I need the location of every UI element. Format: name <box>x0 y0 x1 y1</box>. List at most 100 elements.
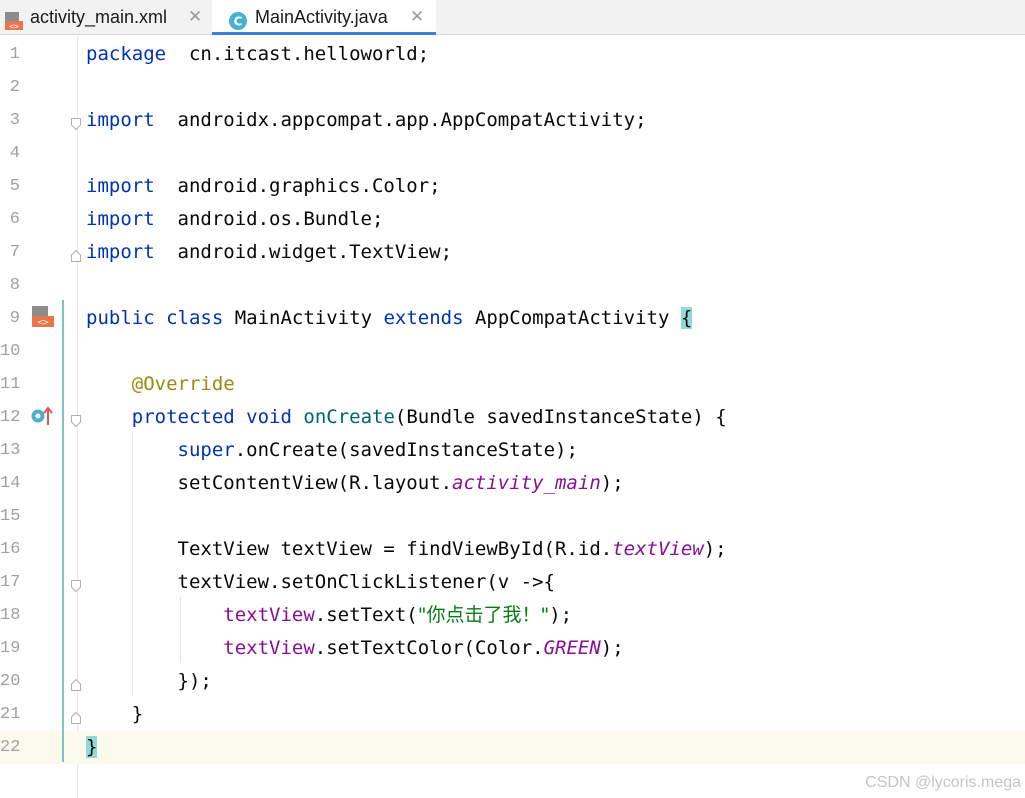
line-number: 9 <box>9 309 20 328</box>
code-line[interactable]: 19 textView.setTextColor(Color.GREEN); <box>0 632 1025 665</box>
code-line[interactable]: 22} <box>0 731 1025 764</box>
code-text: setContentView(R.layout.activity_main); <box>86 467 624 500</box>
line-number: 5 <box>9 177 20 196</box>
code-token: import <box>86 208 155 230</box>
code-token: super <box>177 439 235 461</box>
code-line[interactable]: 5 import android.graphics.Color; <box>0 170 1025 203</box>
code-line[interactable]: 18 textView.setText("你点击了我！"); <box>0 599 1025 632</box>
line-number: 2 <box>9 78 20 97</box>
code-token: GREEN <box>543 637 601 659</box>
code-editor[interactable]: 1 package cn.itcast.helloworld; 2 3 import a… <box>0 36 1025 798</box>
code-line[interactable]: 2 <box>0 71 1025 104</box>
line-number: 22 <box>0 738 21 757</box>
code-line[interactable]: 12 protected void onCreate(Bundle savedI… <box>0 401 1025 434</box>
tab-label: activity_main.xml <box>30 7 168 27</box>
xml-layout-link-icon[interactable]: <> <box>30 305 56 333</box>
code-text: super.onCreate(savedInstanceState); <box>86 434 578 467</box>
line-number: 1 <box>9 45 20 64</box>
line-number: 19 <box>0 639 21 658</box>
code-token: ); <box>549 604 573 626</box>
code-token: textView.setOnClickListener(v ->{ <box>86 571 556 593</box>
code-line[interactable]: 21 } <box>0 698 1025 731</box>
tab-label: MainActivity.java <box>255 7 388 27</box>
code-line[interactable]: 4 <box>0 137 1025 170</box>
override-method-icon[interactable] <box>30 405 56 431</box>
line-number: 20 <box>0 672 21 691</box>
watermark: CSDN @lycoris.mega <box>865 774 1021 791</box>
fold-collapse-icon[interactable] <box>71 412 81 428</box>
fold-end-icon[interactable] <box>71 709 81 724</box>
code-token: ); <box>703 538 727 560</box>
close-icon[interactable]: ✕ <box>188 0 202 34</box>
line-number: 13 <box>0 441 21 460</box>
java-class-icon-letter: C <box>234 15 243 29</box>
code-line[interactable]: 9 public class MainActivity extends AppCo… <box>0 302 1025 335</box>
fold-end-icon[interactable] <box>71 247 81 262</box>
code-text: @Override <box>86 368 235 401</box>
code-text: }); <box>86 665 212 698</box>
code-line[interactable]: 13 super.onCreate(savedInstanceState); <box>0 434 1025 467</box>
line-number: 16 <box>0 540 21 559</box>
code-text: import android.os.Bundle; <box>86 203 383 236</box>
editor-tab-bar: <> activity_main.xml ✕ C MainActivity.ja… <box>0 0 1025 35</box>
code-token: extends <box>383 307 464 329</box>
code-text: } <box>86 698 143 731</box>
code-text: import android.widget.TextView; <box>86 236 452 269</box>
code-token: .onCreate(savedInstanceState); <box>234 439 578 461</box>
code-token: public <box>86 307 155 329</box>
code-text: package cn.itcast.helloworld; <box>86 38 429 71</box>
code-token: }); <box>86 670 212 692</box>
code-token: import <box>86 109 155 131</box>
code-token: android.graphics.Color; <box>154 175 441 197</box>
code-token: protected <box>131 406 235 428</box>
line-number: 10 <box>0 342 21 361</box>
fold-collapse-icon[interactable] <box>71 577 81 593</box>
scope-indicator <box>62 300 64 762</box>
code-text: textView.setOnClickListener(v ->{ <box>86 566 556 599</box>
code-text: public class MainActivity extends AppCom… <box>86 302 693 335</box>
code-line[interactable]: 1 package cn.itcast.helloworld; <box>0 38 1025 71</box>
code-line[interactable]: 16 TextView textView = findViewById(R.id… <box>0 533 1025 566</box>
code-token: .setTextColor(Color. <box>314 637 544 659</box>
indent-guide <box>180 597 181 663</box>
code-token: AppCompatActivity <box>463 307 681 329</box>
fold-end-icon[interactable] <box>71 676 81 691</box>
line-number: 6 <box>9 210 20 229</box>
code-line[interactable]: 15 <box>0 500 1025 533</box>
tab-main-activity-java[interactable]: C MainActivity.java ✕ <box>212 0 436 35</box>
code-line[interactable]: 7 import android.widget.TextView; <box>0 236 1025 269</box>
code-line[interactable]: 8 <box>0 269 1025 302</box>
code-token: android.widget.TextView; <box>154 241 453 263</box>
code-line[interactable]: 20 }); <box>0 665 1025 698</box>
code-line[interactable]: 3 import androidx.appcompat.app.AppCompat… <box>0 104 1025 137</box>
code-line[interactable]: 14 setContentView(R.layout.activity_main… <box>0 467 1025 500</box>
code-token: .setText( <box>314 604 418 626</box>
code-line[interactable]: 11 @Override <box>0 368 1025 401</box>
code-token: @Override <box>131 373 235 395</box>
code-line[interactable]: 6 import android.os.Bundle; <box>0 203 1025 236</box>
code-token: ); <box>600 472 624 494</box>
fold-collapse-icon[interactable] <box>71 115 81 131</box>
code-token: package <box>86 43 167 65</box>
code-token: TextView textView = findViewById(R.id. <box>86 538 613 560</box>
svg-text:<>: <> <box>38 318 49 328</box>
code-text: textView.setTextColor(Color.GREEN); <box>86 632 624 665</box>
code-token: void <box>246 406 292 428</box>
code-line[interactable]: 10 <box>0 335 1025 368</box>
line-number: 8 <box>9 276 20 295</box>
code-line[interactable]: 17 textView.setOnClickListener(v ->{ <box>0 566 1025 599</box>
line-number: 12 <box>0 408 21 427</box>
line-number: 7 <box>9 243 20 262</box>
code-text: import androidx.appcompat.app.AppCompatA… <box>86 104 647 137</box>
line-number: 21 <box>0 705 21 724</box>
tab-activity-main-xml[interactable]: <> activity_main.xml ✕ <box>0 0 212 35</box>
code-token: MainActivity <box>223 307 384 329</box>
code-token: textView <box>223 604 315 626</box>
code-token: ); <box>600 637 624 659</box>
line-number: 17 <box>0 573 21 592</box>
close-icon[interactable]: ✕ <box>410 0 424 34</box>
